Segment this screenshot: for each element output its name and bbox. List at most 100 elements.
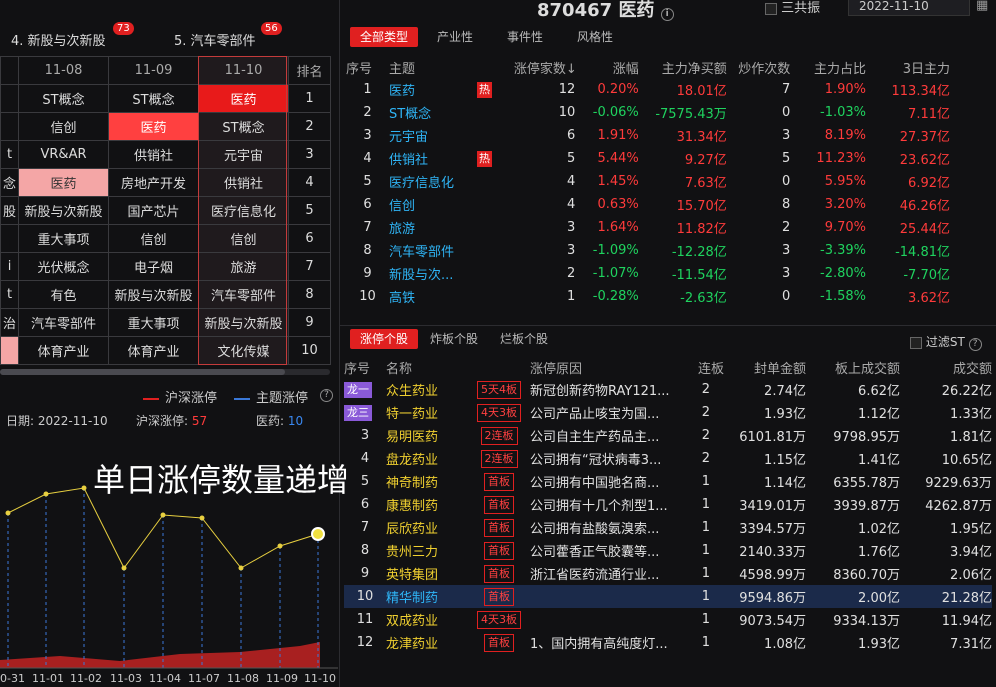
theme-cell[interactable]: 医药 xyxy=(198,84,289,113)
table-row[interactable]: 9 英特集团 首板 浙江省医药流通行业... 1 4598.99万 8360.70万 2.06… xyxy=(344,562,992,585)
table-row[interactable]: 7 辰欣药业 首板 公司拥有盐酸氨溴索... 1 3394.57万 1.02亿 1.95亿 xyxy=(344,516,992,539)
tab-tabs2-0[interactable]: 涨停个股 xyxy=(350,329,419,349)
column-header[interactable] xyxy=(477,56,514,78)
theme-cell[interactable]: 医药 xyxy=(108,112,199,141)
column-header[interactable]: 主力净买额 xyxy=(639,56,727,78)
data-point[interactable] xyxy=(277,543,283,549)
table-row[interactable]: 8 汽车零部件 3 -1.09% -12.28亿 3 -3.39% -14.81亿 xyxy=(346,239,950,262)
table-row[interactable]: 龙一 众生药业 5天4板 新冠创新药物RAY121... 2 2.74亿 6.62亿 26.2… xyxy=(344,378,992,401)
theme-cell[interactable]: t xyxy=(0,280,19,309)
checkbox[interactable] xyxy=(765,2,777,15)
table-row[interactable]: 2 ST概念 10 -0.06% -7575.43万 0 -1.03% 7.11亿 xyxy=(346,101,950,124)
date-picker[interactable]: 2022-11-10 xyxy=(848,0,970,16)
table-row[interactable]: 6 信创 4 0.63% 15.70亿 8 3.20% 46.26亿 xyxy=(346,193,950,216)
table-row[interactable]: 1 医药 热 12 0.20% 18.01亿 7 1.90% 113.34亿 xyxy=(346,78,950,101)
theme-cell[interactable]: t xyxy=(0,140,19,169)
tab-theme-5[interactable]: 5. 汽车零部件 56 xyxy=(174,22,282,49)
table-row[interactable]: 11 双成药业 4天3板 1 9073.54万 9334.13万 11.94亿 xyxy=(344,608,992,631)
theme-cell[interactable]: 汽车零部件 xyxy=(198,280,289,309)
column-header[interactable]: 涨停家数↓ xyxy=(514,56,575,78)
tab-tabs1-3[interactable]: 风格性 xyxy=(577,27,613,47)
theme-cell[interactable]: VR&AR xyxy=(18,140,109,169)
column-header[interactable]: 成交额 xyxy=(900,356,992,378)
theme-cell[interactable]: ST概念 xyxy=(198,112,289,141)
theme-cell[interactable]: 念 xyxy=(0,168,19,197)
column-header[interactable]: 名称 xyxy=(386,356,468,378)
theme-cell[interactable]: 体育产业 xyxy=(18,336,109,365)
column-header[interactable]: 涨停原因 xyxy=(530,356,680,378)
help-icon[interactable]: ? xyxy=(968,338,982,351)
tab-tabs1-2[interactable]: 事件性 xyxy=(507,27,543,47)
theme-cell[interactable]: 信创 xyxy=(18,112,109,141)
checkbox[interactable] xyxy=(910,336,922,349)
theme-cell[interactable]: 新股与次新股 xyxy=(198,308,289,337)
column-header[interactable] xyxy=(468,356,530,378)
theme-cell[interactable]: 国产芯片 xyxy=(108,196,199,225)
theme-cell[interactable] xyxy=(0,224,19,253)
table-row[interactable]: 7 旅游 3 1.64% 11.82亿 2 9.70% 25.44亿 xyxy=(346,216,950,239)
data-point[interactable] xyxy=(238,565,244,571)
table-row[interactable]: 4 盘龙药业 2连板 公司拥有“冠状病毒3... 2 1.15亿 1.41亿 10.65亿 xyxy=(344,447,992,470)
table-row[interactable]: 6 康惠制药 首板 公司拥有十几个剂型1... 1 3419.01万 3939.87万 426… xyxy=(344,493,992,516)
table-row[interactable]: 12 龙津药业 首板 1、国内拥有高纯度灯... 1 1.08亿 1.93亿 7.31亿 xyxy=(344,631,992,654)
sgz-toggle[interactable]: 三共振 xyxy=(765,0,820,16)
theme-cell[interactable]: 供销社 xyxy=(198,168,289,197)
theme-cell[interactable]: 体育产业 xyxy=(108,336,199,365)
theme-cell[interactable]: 供销社 xyxy=(108,140,199,169)
theme-cell[interactable]: 文化传媒 xyxy=(198,336,289,365)
theme-cell[interactable] xyxy=(0,112,19,141)
column-header[interactable]: 封单金额 xyxy=(724,356,806,378)
theme-cell[interactable]: 汽车零部件 xyxy=(18,308,109,337)
theme-cell[interactable]: 电子烟 xyxy=(108,252,199,281)
theme-cell[interactable]: 元宇宙 xyxy=(198,140,289,169)
theme-cell[interactable]: 有色 xyxy=(18,280,109,309)
data-point[interactable] xyxy=(5,510,11,516)
table-row[interactable]: 3 元宇宙 6 1.91% 31.34亿 3 8.19% 27.37亿 xyxy=(346,124,950,147)
tab-tabs1-0[interactable]: 全部类型 xyxy=(350,27,419,47)
column-header[interactable]: 序号 xyxy=(346,56,389,78)
theme-cell[interactable]: ST概念 xyxy=(18,84,109,113)
column-header[interactable]: 主题 xyxy=(389,56,477,78)
table-row[interactable]: 5 医疗信息化 4 1.45% 7.63亿 0 5.95% 6.92亿 xyxy=(346,170,950,193)
help-icon[interactable]: ? xyxy=(320,386,333,402)
calendar-icon[interactable]: ▦ xyxy=(976,0,988,13)
data-point[interactable] xyxy=(160,512,166,518)
theme-cell[interactable]: 医药 xyxy=(18,168,109,197)
column-header[interactable]: 涨幅 xyxy=(575,56,639,78)
table-row[interactable]: 5 神奇制药 首板 公司拥有中国驰名商... 1 1.14亿 6355.78万 9229.63… xyxy=(344,470,992,493)
theme-cell[interactable]: 信创 xyxy=(108,224,199,253)
data-point[interactable] xyxy=(311,527,325,541)
theme-cell[interactable]: 重大事项 xyxy=(18,224,109,253)
filter-st[interactable]: 过滤ST ? xyxy=(910,333,982,351)
tab-tabs1-1[interactable]: 产业性 xyxy=(437,27,473,47)
column-header[interactable]: 连板 xyxy=(680,356,724,378)
column-header[interactable]: 3日主力 xyxy=(866,56,950,78)
table-row[interactable]: 8 贵州三力 首板 公司藿香正气胶囊等... 1 2140.33万 1.76亿 3.94亿 xyxy=(344,539,992,562)
tab-tabs2-2[interactable]: 烂板个股 xyxy=(500,329,548,349)
table-row[interactable]: 10 高铁 1 -0.28% -2.63亿 0 -1.58% 3.62亿 xyxy=(346,285,950,308)
column-header[interactable]: 炒作次数 xyxy=(727,56,790,78)
theme-cell[interactable]: 光伏概念 xyxy=(18,252,109,281)
theme-cell[interactable] xyxy=(0,336,19,365)
table-row[interactable]: 龙三 特一药业 4天3板 公司产品止咳宝为国... 2 1.93亿 1.12亿 1.33亿 xyxy=(344,401,992,424)
theme-cell[interactable] xyxy=(0,84,19,113)
info-icon[interactable]: i xyxy=(660,8,674,21)
data-point[interactable] xyxy=(121,565,127,571)
data-point[interactable] xyxy=(81,485,87,491)
table-row[interactable]: 3 易明医药 2连板 公司自主生产药品主... 2 6101.81万 9798.95万 1.8… xyxy=(344,424,992,447)
theme-cell[interactable]: 医疗信息化 xyxy=(198,196,289,225)
theme-cell[interactable]: 信创 xyxy=(198,224,289,253)
column-header[interactable]: 序号 xyxy=(344,356,386,378)
data-point[interactable] xyxy=(199,515,205,521)
column-header[interactable]: 板上成交额 xyxy=(806,356,900,378)
theme-cell[interactable]: 房地产开发 xyxy=(108,168,199,197)
data-point[interactable] xyxy=(43,491,49,497)
table-row[interactable]: 10 精华制药 首板 1 9594.86万 2.00亿 21.28亿 xyxy=(344,585,992,608)
theme-cell[interactable]: i xyxy=(0,252,19,281)
theme-cell[interactable]: ST概念 xyxy=(108,84,199,113)
column-header[interactable]: 主力占比 xyxy=(790,56,866,78)
theme-cell[interactable]: 治 xyxy=(0,308,19,337)
scroll-thumb[interactable] xyxy=(0,369,285,375)
tab-theme-4[interactable]: 4. 新股与次新股 73 xyxy=(11,22,134,49)
theme-cell[interactable]: 旅游 xyxy=(198,252,289,281)
